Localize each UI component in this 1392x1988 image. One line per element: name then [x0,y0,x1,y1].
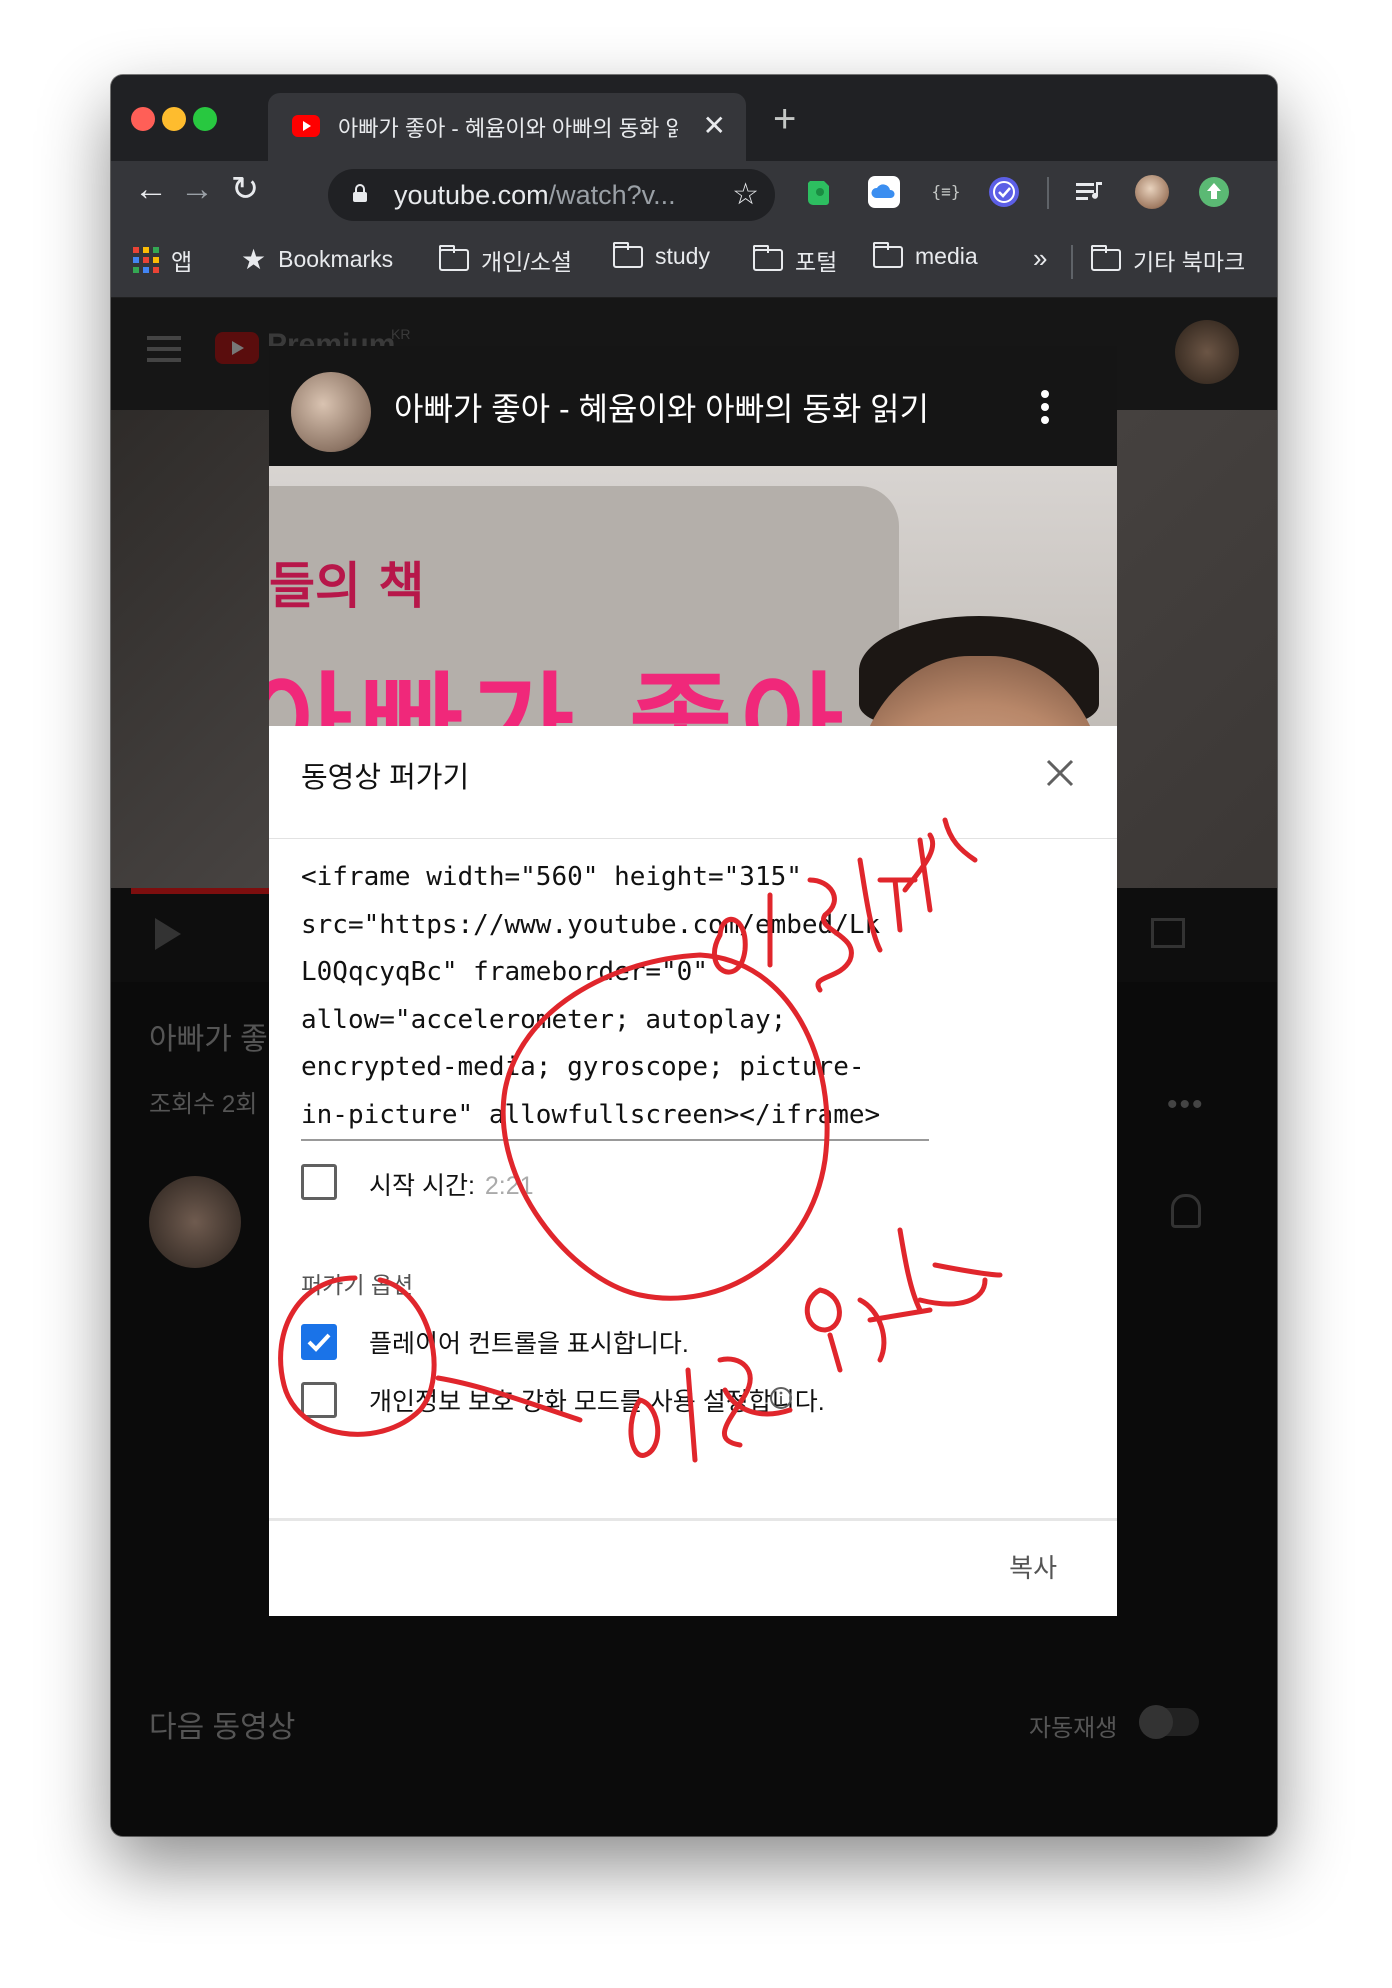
embed-dialog-title: 동영상 퍼가기 [301,762,470,794]
channel-avatar[interactable] [149,1176,241,1268]
apps-grid-icon [133,247,159,273]
user-avatar[interactable] [1175,320,1239,384]
autoplay-toggle[interactable] [1139,1705,1199,1739]
bookmarks-bar: 앱 ★ Bookmarks 개인/소셜 study 포털 media » 기타 … [111,227,1277,298]
folder-icon [439,245,469,271]
channel-avatar-small[interactable] [291,372,371,452]
embed-dialog: 동영상 퍼가기 <iframe width="560" height="315"… [269,726,1117,1616]
toolbar: ← → ↻ youtube.com/watch?v... ☆ {≡} [111,161,1277,227]
embed-video-title[interactable]: 아빠가 좋아 - 혜윰이와 아빠의 동화 읽기 [394,384,929,430]
folder-icon [873,241,903,268]
bookmarks-overflow-button[interactable]: » [1033,243,1047,274]
play-icon[interactable] [155,918,181,950]
copy-button[interactable]: 복사 [1009,1548,1057,1585]
folder-icon [1091,245,1121,271]
tab-strip: 아빠가 좋아 - 혜윰이와 아빠의 동화 읽기 ✕ + [111,75,1277,161]
start-time-input[interactable]: 2:21 [485,1172,534,1200]
media-queue-icon[interactable] [1073,175,1107,209]
info-icon[interactable] [769,1386,793,1410]
task-check-icon[interactable] [987,175,1021,209]
profile-avatar[interactable] [1135,175,1169,209]
icloud-icon[interactable] [867,175,901,209]
new-tab-button[interactable]: + [773,97,796,142]
more-vert-icon[interactable] [1041,390,1049,424]
bookmark-other[interactable]: 기타 북마크 [1091,243,1245,277]
forward-icon[interactable]: → [177,169,217,209]
bookmark-apps[interactable]: 앱 [133,243,192,277]
url-text: youtube.com/watch?v... [394,180,676,210]
bookmark-folder-media[interactable]: media [873,241,978,270]
embed-options-heading: 퍼가기 옵션 [301,1272,414,1298]
update-icon[interactable] [1197,175,1231,209]
youtube-page: Premium KR 아빠가 좋 조회수 2회 ••• 다음 동영상 자동재생 … [111,298,1277,1836]
star-icon: ★ [241,244,267,275]
start-time-label: 시작 시간: 2:21 [369,1172,534,1200]
privacy-mode-label: 개인정보 보호 강화 모드를 사용 설정합니다. [369,1388,825,1416]
bookmark-bookmarks[interactable]: ★ Bookmarks [241,243,393,276]
bookmark-folder-social[interactable]: 개인/소셜 [439,243,572,277]
tab-close-icon[interactable]: ✕ [703,109,726,142]
folder-icon [753,245,783,271]
show-controls-checkbox[interactable] [301,1324,337,1360]
dialog-footer-divider [269,1518,1117,1521]
up-next-heading: 다음 동영상 [149,1711,296,1744]
close-icon[interactable] [1043,756,1077,790]
evernote-icon[interactable] [801,175,835,209]
show-controls-label: 플레이어 컨트롤을 표시합니다. [369,1330,689,1358]
browser-tab[interactable]: 아빠가 좋아 - 혜윰이와 아빠의 동화 읽기 ✕ [268,93,746,161]
back-icon[interactable]: ← [131,169,171,209]
thumbnail-caption-small: 들의 책 [269,557,425,615]
youtube-region: KR [391,326,411,342]
embed-preview: 아빠가 좋아 - 혜윰이와 아빠의 동화 읽기 들의 책 아빠가 좋아 [269,346,1117,726]
bookmark-folder-portal[interactable]: 포털 [753,243,837,277]
dialog-divider [269,838,1117,839]
reload-icon[interactable]: ↻ [225,169,265,209]
json-viewer-icon[interactable]: {≡} [929,175,963,209]
more-options-icon[interactable]: ••• [1167,1088,1205,1122]
lock-icon [353,184,367,202]
check-icon [307,1333,331,1352]
menu-icon[interactable] [147,336,181,362]
bookmarks-divider [1071,245,1073,279]
tab-title: 아빠가 좋아 - 혜윰이와 아빠의 동화 읽기 [338,116,678,141]
progress-bar [131,888,271,894]
fullscreen-icon[interactable] [1151,918,1185,948]
privacy-mode-checkbox[interactable] [301,1382,337,1418]
embed-code-underline [301,1139,929,1141]
background-view-count: 조회수 2회 [149,1091,258,1118]
youtube-favicon-icon [292,115,320,137]
bell-icon[interactable] [1171,1194,1201,1228]
background-video-title: 아빠가 좋 [149,1023,268,1056]
close-window-button[interactable] [131,107,155,131]
thumbnail-caption-big: 아빠가 좋아 [269,636,851,726]
youtube-logo-icon[interactable] [215,332,259,364]
browser-window: 아빠가 좋아 - 혜윰이와 아빠의 동화 읽기 ✕ + ← → ↻ youtub… [111,75,1277,1836]
minimize-window-button[interactable] [162,107,186,131]
folder-icon [613,241,643,268]
start-time-checkbox[interactable] [301,1164,337,1200]
embed-preview-header: 아빠가 좋아 - 혜윰이와 아빠의 동화 읽기 [269,346,1117,466]
autoplay-label: 자동재생 [1029,1715,1118,1742]
video-thumbnail[interactable]: 들의 책 아빠가 좋아 [269,466,1117,726]
address-bar[interactable]: youtube.com/watch?v... ☆ [328,169,775,221]
toolbar-divider [1047,177,1049,209]
embed-code-textarea[interactable]: <iframe width="560" height="315" src="ht… [301,854,941,1139]
bookmark-folder-study[interactable]: study [613,241,710,270]
bookmark-star-icon[interactable]: ☆ [732,177,759,212]
zoom-window-button[interactable] [193,107,217,131]
